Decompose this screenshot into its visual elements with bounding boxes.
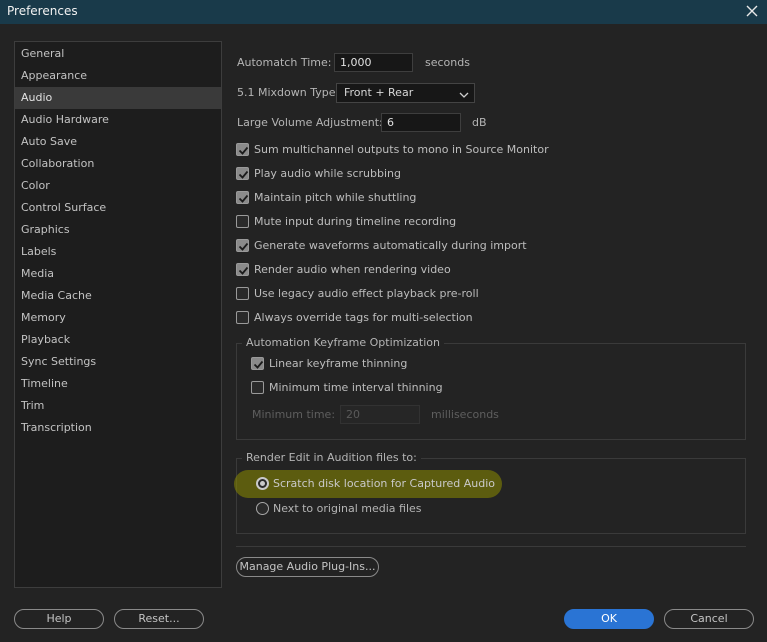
large-volume-label: Large Volume Adjustment: <box>237 116 383 129</box>
sidebar-item-auto-save[interactable]: Auto Save <box>15 131 221 153</box>
minimum-time-input[interactable]: 20 <box>340 405 420 424</box>
automatch-time-unit: seconds <box>425 56 470 69</box>
large-volume-unit: dB <box>472 116 487 129</box>
help-button[interactable]: Help <box>14 609 104 629</box>
sidebar-item-general[interactable]: General <box>15 43 221 65</box>
checkbox[interactable] <box>236 191 249 204</box>
render-audition-title: Render Edit in Audition files to: <box>242 451 421 464</box>
title-bar: Preferences <box>0 0 767 24</box>
sidebar-item-sync-settings[interactable]: Sync Settings <box>15 351 221 373</box>
checkbox[interactable] <box>236 167 249 180</box>
checkbox[interactable] <box>236 239 249 252</box>
keyframe-optimization-title: Automation Keyframe Optimization <box>242 336 444 349</box>
divider <box>236 546 746 547</box>
sidebar-item-media-cache[interactable]: Media Cache <box>15 285 221 307</box>
sidebar-item-timeline[interactable]: Timeline <box>15 373 221 395</box>
cancel-button[interactable]: Cancel <box>664 609 754 629</box>
next-to-original-radio[interactable] <box>256 502 269 515</box>
window-title: Preferences <box>7 4 78 18</box>
minimum-time-label: Minimum time: <box>252 408 336 421</box>
ok-button[interactable]: OK <box>564 609 654 629</box>
checkbox-label: Mute input during timeline recording <box>254 215 457 228</box>
automatch-time-input[interactable]: 1,000 <box>334 53 413 72</box>
checkbox-label: Always override tags for multi-selection <box>254 311 473 324</box>
mixdown-type-select[interactable]: Front + Rear <box>336 83 475 103</box>
chevron-down-icon <box>459 88 469 98</box>
mixdown-type-label: 5.1 Mixdown Type: <box>237 86 340 99</box>
checkbox[interactable] <box>236 287 249 300</box>
sidebar-item-appearance[interactable]: Appearance <box>15 65 221 87</box>
manage-plugins-button[interactable]: Manage Audio Plug-Ins... <box>236 557 379 577</box>
checkbox[interactable] <box>251 357 264 370</box>
scratch-disk-radio[interactable] <box>256 477 269 490</box>
sidebar-item-collaboration[interactable]: Collaboration <box>15 153 221 175</box>
large-volume-input[interactable]: 6 <box>381 113 461 132</box>
sidebar-item-audio-hardware[interactable]: Audio Hardware <box>15 109 221 131</box>
sidebar-item-labels[interactable]: Labels <box>15 241 221 263</box>
preferences-category-list: General Appearance Audio Audio Hardware … <box>14 41 222 588</box>
checkbox-label: Linear keyframe thinning <box>269 357 408 370</box>
checkbox-label: Generate waveforms automatically during … <box>254 239 527 252</box>
checkbox-label: Play audio while scrubbing <box>254 167 402 180</box>
checkbox[interactable] <box>236 215 249 228</box>
checkbox-label: Sum multichannel outputs to mono in Sour… <box>254 143 549 156</box>
next-to-original-label[interactable]: Next to original media files <box>273 502 422 515</box>
checkbox-label: Use legacy audio effect playback pre-rol… <box>254 287 479 300</box>
minimum-time-unit: milliseconds <box>431 408 499 421</box>
automatch-time-label: Automatch Time: <box>237 56 332 69</box>
checkbox[interactable] <box>236 263 249 276</box>
sidebar-item-media[interactable]: Media <box>15 263 221 285</box>
checkbox-label: Minimum time interval thinning <box>269 381 443 394</box>
sidebar-item-memory[interactable]: Memory <box>15 307 221 329</box>
sidebar-item-color[interactable]: Color <box>15 175 221 197</box>
checkbox-label: Render audio when rendering video <box>254 263 451 276</box>
close-icon[interactable] <box>744 2 760 20</box>
checkbox[interactable] <box>236 143 249 156</box>
checkbox[interactable] <box>236 311 249 324</box>
checkbox[interactable] <box>251 381 264 394</box>
sidebar-item-playback[interactable]: Playback <box>15 329 221 351</box>
mixdown-type-value: Front + Rear <box>344 86 414 99</box>
checkbox-label: Maintain pitch while shuttling <box>254 191 417 204</box>
sidebar-item-trim[interactable]: Trim <box>15 395 221 417</box>
sidebar-item-audio[interactable]: Audio <box>15 87 221 109</box>
scratch-disk-label[interactable]: Scratch disk location for Captured Audio <box>273 477 495 490</box>
sidebar-item-transcription[interactable]: Transcription <box>15 417 221 439</box>
sidebar-item-control-surface[interactable]: Control Surface <box>15 197 221 219</box>
sidebar-item-graphics[interactable]: Graphics <box>15 219 221 241</box>
reset-button[interactable]: Reset... <box>114 609 204 629</box>
